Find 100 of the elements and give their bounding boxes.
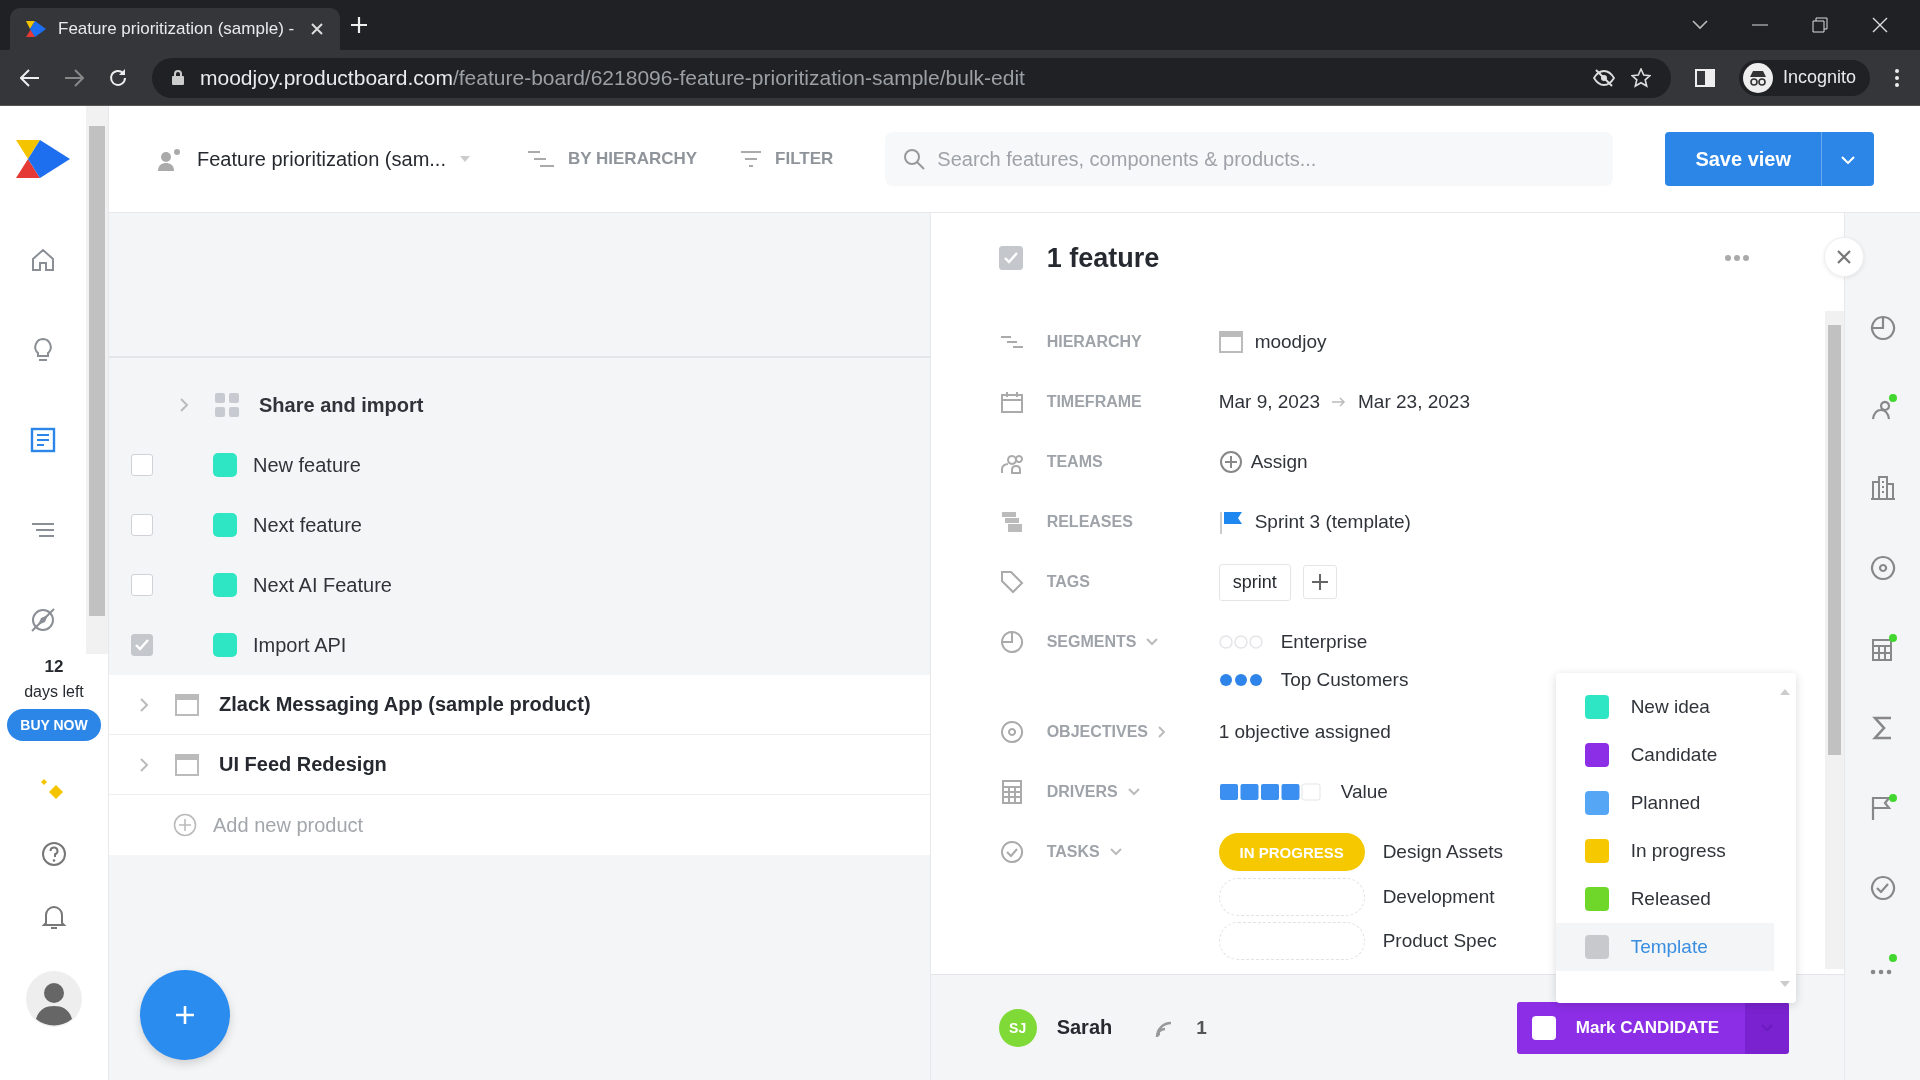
release-value[interactable]: Sprint 3 (template) bbox=[1254, 511, 1411, 533]
scrollbar[interactable] bbox=[1825, 311, 1845, 969]
component-name[interactable]: Share and import bbox=[259, 393, 424, 417]
chevron-right-icon[interactable] bbox=[139, 696, 149, 713]
logo-icon[interactable] bbox=[15, 140, 70, 178]
feature-name[interactable]: New feature bbox=[253, 453, 361, 477]
address-field[interactable]: moodjoy.productboard.com/feature-board/6218096-feature-prioritization-sample/bulk-edit bbox=[152, 57, 1671, 98]
status-option[interactable]: Planned bbox=[1555, 779, 1774, 827]
help-icon[interactable] bbox=[41, 841, 67, 867]
checkbox[interactable] bbox=[131, 454, 153, 476]
product-icon bbox=[175, 692, 199, 717]
detail-title: 1 feature bbox=[1046, 242, 1160, 274]
restore-icon[interactable] bbox=[1812, 17, 1828, 33]
tag[interactable]: sprint bbox=[1218, 563, 1291, 601]
tags-icon bbox=[998, 569, 1025, 595]
rating-squares[interactable] bbox=[1218, 783, 1323, 801]
scrollbar[interactable] bbox=[86, 106, 108, 654]
task-name[interactable]: Product Spec bbox=[1382, 930, 1497, 952]
hierarchy-icon bbox=[528, 150, 554, 168]
lock-icon bbox=[172, 70, 184, 85]
plus-icon bbox=[174, 1004, 196, 1026]
reload-icon[interactable] bbox=[108, 67, 128, 88]
check-icon bbox=[134, 638, 150, 652]
feature-name[interactable]: Import API bbox=[253, 633, 347, 657]
field-label: TASKS bbox=[1046, 843, 1100, 861]
field-label: DRIVERS bbox=[1046, 783, 1118, 801]
team-icon bbox=[157, 147, 183, 171]
hierarchy-value[interactable]: moodjoy bbox=[1254, 331, 1327, 353]
close-button[interactable] bbox=[1824, 237, 1865, 277]
product-icon bbox=[1218, 330, 1243, 354]
add-icon[interactable] bbox=[173, 813, 197, 837]
add-tag-button[interactable] bbox=[1302, 565, 1337, 599]
eye-slash-icon[interactable] bbox=[1592, 68, 1615, 87]
tab-title: Feature prioritization (sample) - bbox=[58, 19, 296, 39]
back-icon[interactable] bbox=[20, 68, 40, 87]
close-icon[interactable] bbox=[1872, 17, 1888, 33]
product-name[interactable]: UI Feed Redesign bbox=[219, 753, 387, 776]
assign-button[interactable]: Assign bbox=[1218, 450, 1308, 474]
feature-icon bbox=[213, 513, 237, 537]
board-selector[interactable]: Feature prioritization (sam... bbox=[157, 147, 470, 171]
chevron-right-icon[interactable] bbox=[139, 756, 149, 773]
more-icon[interactable] bbox=[1894, 67, 1900, 88]
task-name[interactable]: Development bbox=[1382, 886, 1495, 908]
feature-name[interactable]: Next AI Feature bbox=[253, 573, 392, 597]
checkbox[interactable] bbox=[131, 514, 153, 536]
save-view-button[interactable]: Save view bbox=[1665, 132, 1822, 186]
feature-icon bbox=[213, 633, 237, 657]
forward-icon[interactable] bbox=[64, 68, 84, 87]
logo-icon bbox=[26, 21, 46, 37]
filter-icon bbox=[741, 150, 762, 168]
feature-name[interactable]: Next feature bbox=[253, 513, 362, 537]
close-icon[interactable] bbox=[310, 22, 324, 36]
segment-name: Top Customers bbox=[1280, 669, 1409, 691]
new-tab-icon[interactable] bbox=[350, 16, 368, 34]
chevron-right-icon[interactable] bbox=[179, 397, 189, 413]
task-name[interactable]: Design Assets bbox=[1382, 841, 1504, 863]
add-button[interactable] bbox=[140, 970, 230, 1060]
buy-now-button[interactable]: BUY NOW bbox=[7, 709, 101, 741]
objectives-value[interactable]: 1 objective assigned bbox=[1218, 721, 1391, 743]
pie-icon[interactable] bbox=[1868, 314, 1897, 342]
rating-dots[interactable] bbox=[1218, 673, 1263, 687]
search-field[interactable]: Search features, components & products... bbox=[885, 132, 1614, 186]
field-label: RELEASES bbox=[1046, 513, 1133, 531]
field-label: TIMEFRAME bbox=[1046, 393, 1142, 411]
product-name[interactable]: Zlack Messaging App (sample product) bbox=[219, 693, 591, 716]
mark-status-button[interactable]: Mark CANDIDATE bbox=[1516, 1001, 1746, 1054]
checkbox[interactable] bbox=[131, 574, 153, 596]
check-icon[interactable] bbox=[1868, 874, 1897, 902]
component-icon bbox=[215, 393, 239, 417]
field-label: TAGS bbox=[1046, 573, 1090, 591]
chevron-down-icon bbox=[1841, 155, 1855, 164]
status-options-button[interactable] bbox=[1745, 1001, 1790, 1054]
checkbox[interactable] bbox=[998, 246, 1023, 270]
segments-icon bbox=[998, 629, 1025, 655]
avatar-icon[interactable] bbox=[26, 971, 82, 1027]
field-label: TEAMS bbox=[1046, 453, 1103, 471]
building-icon[interactable] bbox=[1868, 474, 1897, 502]
browser-tab[interactable]: Feature prioritization (sample) - bbox=[10, 8, 340, 50]
status-option[interactable]: Candidate bbox=[1555, 731, 1774, 779]
status-option[interactable]: Released bbox=[1555, 875, 1774, 923]
feature-icon bbox=[213, 453, 237, 477]
field-label: SEGMENTS bbox=[1046, 633, 1137, 651]
checkbox[interactable] bbox=[131, 634, 153, 656]
chevron-right-icon[interactable] bbox=[1158, 726, 1166, 738]
bell-icon[interactable] bbox=[41, 903, 67, 931]
search-icon bbox=[903, 148, 926, 170]
chevron-down-icon[interactable] bbox=[1692, 20, 1708, 30]
start-date[interactable]: Mar 9, 2023 bbox=[1218, 391, 1321, 413]
field-label: OBJECTIVES bbox=[1046, 723, 1148, 741]
target-icon[interactable] bbox=[1868, 554, 1897, 582]
rating-dots[interactable] bbox=[1218, 635, 1263, 649]
flag-icon bbox=[1218, 510, 1243, 534]
star-icon[interactable] bbox=[1630, 67, 1651, 88]
plus-circle-icon bbox=[1218, 450, 1243, 474]
status-option[interactable]: New idea bbox=[1555, 683, 1774, 731]
profile-button[interactable]: Incognito bbox=[1738, 59, 1870, 96]
sidebar-icon[interactable] bbox=[1694, 68, 1715, 87]
end-date[interactable]: Mar 23, 2023 bbox=[1358, 391, 1470, 413]
status-option[interactable]: In progress bbox=[1555, 827, 1774, 875]
segment-name: Enterprise bbox=[1280, 631, 1368, 653]
